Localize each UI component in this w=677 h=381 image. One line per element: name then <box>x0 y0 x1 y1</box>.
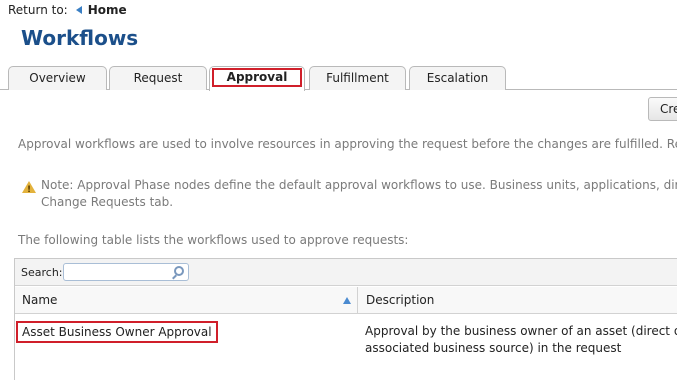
return-bar: Return to: Home <box>8 3 127 17</box>
search-icon[interactable] <box>174 266 184 276</box>
workflow-description-cell: Approval by the business owner of an ass… <box>365 323 677 357</box>
back-arrow-icon[interactable] <box>75 6 82 14</box>
sort-ascending-icon[interactable] <box>343 297 351 304</box>
description-line-1: Approval by the business owner of an ass… <box>365 324 677 338</box>
tab-fulfillment[interactable]: Fulfillment <box>309 66 406 90</box>
tab-approval[interactable]: Approval <box>209 66 305 91</box>
warning-icon <box>22 181 36 199</box>
approval-description: Approval workflows are used to involve r… <box>18 137 677 151</box>
workflows-table: Search: Name Description Asset Business … <box>14 258 677 380</box>
description-line-2: associated business source) in the reque… <box>365 341 622 355</box>
table-row[interactable]: Asset Business Owner Approval Approval b… <box>15 315 677 381</box>
tab-approval-label: Approval <box>212 68 302 87</box>
workflow-name-cell[interactable]: Asset Business Owner Approval <box>16 321 218 343</box>
search-box[interactable] <box>63 263 189 281</box>
table-intro: The following table lists the workflows … <box>18 233 409 247</box>
column-header-name[interactable]: Name <box>15 287 358 314</box>
tab-bar: Overview Request Approval Fulfillment Es… <box>0 66 677 91</box>
search-input[interactable] <box>67 265 167 279</box>
note-line-1: Note: Approval Phase nodes define the de… <box>41 178 677 192</box>
search-label: Search: <box>21 266 63 279</box>
column-header-description[interactable]: Description <box>358 287 677 314</box>
note-line-2: Change Requests tab. <box>41 195 174 209</box>
create-button[interactable]: Cre <box>648 97 677 121</box>
tab-overview[interactable]: Overview <box>8 66 107 90</box>
tab-request[interactable]: Request <box>109 66 207 90</box>
return-label: Return to: <box>8 3 68 17</box>
column-header-name-label: Name <box>22 293 58 307</box>
table-search-bar: Search: <box>15 259 677 286</box>
page-title: Workflows <box>21 26 139 50</box>
tab-escalation[interactable]: Escalation <box>409 66 506 90</box>
home-link[interactable]: Home <box>88 3 127 17</box>
